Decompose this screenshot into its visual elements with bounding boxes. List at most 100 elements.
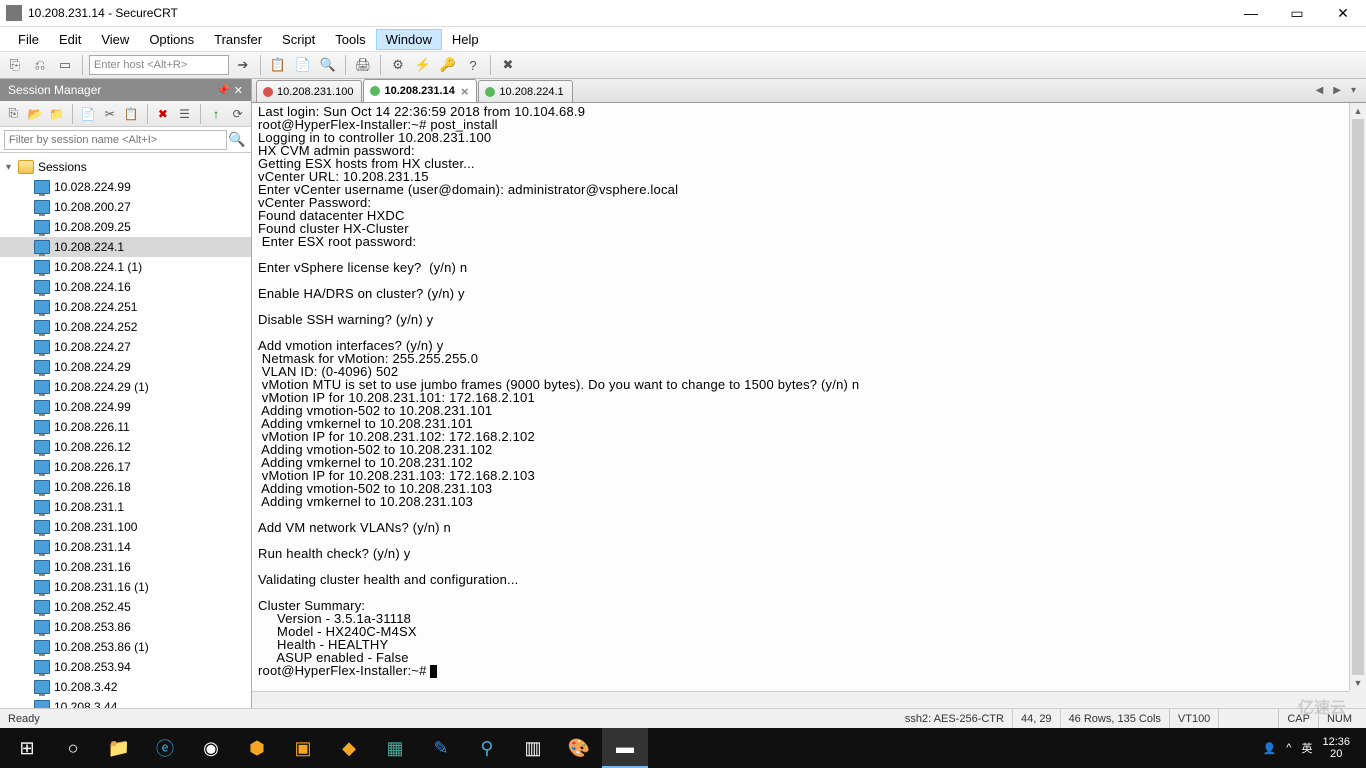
menu-transfer[interactable]: Transfer [204,29,272,50]
toolbar-help[interactable]: ? [462,54,484,76]
session-item[interactable]: 10.208.231.16 [0,557,251,577]
toolbar-find[interactable]: 🔍 [317,54,339,76]
tab-prev-icon[interactable]: ◀ [1312,83,1328,98]
menu-view[interactable]: View [91,29,139,50]
toolbar-connect[interactable]: ➔ [232,54,254,76]
search-icon[interactable]: 🔍 [227,130,247,150]
tree-root[interactable]: ▾Sessions [0,157,251,177]
tab-close-icon[interactable]: × [461,84,469,99]
scroll-down-icon[interactable]: ▼ [1350,675,1366,691]
session-item[interactable]: 10.208.224.1 [0,237,251,257]
session-item[interactable]: 10.208.253.94 [0,657,251,677]
session-item[interactable]: 10.208.224.29 [0,357,251,377]
tab-menu-icon[interactable]: ▾ [1347,83,1360,98]
session-filter-input[interactable] [4,130,227,150]
app-icon-1[interactable]: ▦ [372,728,418,768]
menu-window[interactable]: Window [376,29,442,50]
sm-delete-icon[interactable]: ✖ [154,104,173,124]
menu-tools[interactable]: Tools [325,29,375,50]
session-item[interactable]: 10.208.231.16 (1) [0,577,251,597]
sm-copy-icon[interactable]: 📄 [79,104,98,124]
session-item[interactable]: 10.028.224.99 [0,177,251,197]
session-item[interactable]: 10.208.224.27 [0,337,251,357]
session-item[interactable]: 10.208.209.25 [0,217,251,237]
menu-edit[interactable]: Edit [49,29,91,50]
session-item[interactable]: 10.208.3.42 [0,677,251,697]
host-input[interactable]: Enter host <Alt+R> [89,55,229,75]
maximize-button[interactable]: ▭ [1274,0,1320,27]
wireshark-icon[interactable]: ⚲ [464,728,510,768]
session-item[interactable]: 10.208.224.16 [0,277,251,297]
tab-next-icon[interactable]: ▶ [1329,83,1345,98]
session-item[interactable]: 10.208.226.12 [0,437,251,457]
terminal-output[interactable]: Last login: Sun Oct 14 22:36:59 2018 fro… [252,103,1366,708]
session-item[interactable]: 10.208.226.18 [0,477,251,497]
toolbar-btn-2[interactable]: ⎌ [29,54,51,76]
close-button[interactable]: ✕ [1320,0,1366,27]
app-icon-3[interactable]: ▥ [510,728,556,768]
explorer-icon[interactable]: 📁 [96,728,142,768]
toolbar-paste[interactable]: 📄 [292,54,314,76]
securecrt-taskbar-icon[interactable]: ▬ [602,728,648,768]
sm-open-icon[interactable]: 📂 [26,104,45,124]
session-item[interactable]: 10.208.231.14 [0,537,251,557]
scroll-thumb[interactable] [1352,119,1364,675]
ime-indicator[interactable]: 英 [1301,740,1312,756]
sm-refresh-icon[interactable]: ⟳ [228,104,247,124]
sublime-icon[interactable]: ◆ [326,728,372,768]
session-item[interactable]: 10.208.253.86 [0,617,251,637]
menu-file[interactable]: File [8,29,49,50]
app-icon-2[interactable]: ✎ [418,728,464,768]
session-item[interactable]: 10.208.224.1 (1) [0,257,251,277]
session-item[interactable]: 10.208.224.99 [0,397,251,417]
tab-10-208-231-14[interactable]: 10.208.231.14× [363,79,477,102]
chrome-icon[interactable]: ◉ [188,728,234,768]
session-item[interactable]: 10.208.224.251 [0,297,251,317]
tab-10-208-224-1[interactable]: 10.208.224.1 [478,80,572,102]
menu-help[interactable]: Help [442,29,489,50]
sm-folder-icon[interactable]: 📁 [47,104,66,124]
toolbar-opts[interactable]: ⚡ [412,54,434,76]
menu-script[interactable]: Script [272,29,325,50]
ie-icon[interactable]: ⓔ [142,728,188,768]
session-item[interactable]: 10.208.224.29 (1) [0,377,251,397]
sm-new-icon[interactable]: ⎘ [4,104,23,124]
sm-up-icon[interactable]: ↑ [207,104,226,124]
scroll-up-icon[interactable]: ▲ [1350,103,1366,119]
tab-10-208-231-100[interactable]: 10.208.231.100 [256,80,362,102]
vmware-icon[interactable]: ▣ [280,728,326,768]
tray-clock[interactable]: 12:36 20 [1322,736,1350,760]
session-item[interactable]: 10.208.224.252 [0,317,251,337]
session-tree[interactable]: ▾Sessions10.028.224.9910.208.200.2710.20… [0,153,251,708]
toolbar-print[interactable]: 🖨 [352,54,374,76]
start-button[interactable]: ⊞ [4,728,50,768]
toolbar-key[interactable]: 🔑 [437,54,459,76]
toolbar-props[interactable]: ⚙ [387,54,409,76]
sm-paste-icon[interactable]: 📋 [122,104,141,124]
tray-chevron-icon[interactable]: ^ [1286,742,1291,754]
people-icon[interactable]: 👤 [1263,742,1277,755]
toolbar-x[interactable]: ✖ [497,54,519,76]
close-panel-icon[interactable]: ✕ [234,84,243,97]
session-item[interactable]: 10.208.231.1 [0,497,251,517]
menu-options[interactable]: Options [139,29,204,50]
cortana-icon[interactable]: ○ [50,728,96,768]
toolbar-copy[interactable]: 📋 [267,54,289,76]
session-item[interactable]: 10.208.3.44 [0,697,251,708]
session-item[interactable]: 10.208.231.100 [0,517,251,537]
session-item[interactable]: 10.208.226.11 [0,417,251,437]
session-item[interactable]: 10.208.252.45 [0,597,251,617]
minimize-button[interactable]: — [1228,0,1274,27]
terminal-vscrollbar[interactable]: ▲ ▼ [1349,103,1366,691]
toolbar-btn-1[interactable]: ⎘ [4,54,26,76]
session-item[interactable]: 10.208.253.86 (1) [0,637,251,657]
paint-icon[interactable]: 🎨 [556,728,602,768]
sm-cut-icon[interactable]: ✂ [100,104,119,124]
toolbar-btn-3[interactable]: ▭ [54,54,76,76]
session-item[interactable]: 10.208.226.17 [0,457,251,477]
pin-icon[interactable]: 📌 [216,84,230,97]
vsphere-icon[interactable]: ⬢ [234,728,280,768]
terminal-hscrollbar[interactable] [252,691,1349,708]
sm-props-icon[interactable]: ☰ [175,104,194,124]
session-item[interactable]: 10.208.200.27 [0,197,251,217]
